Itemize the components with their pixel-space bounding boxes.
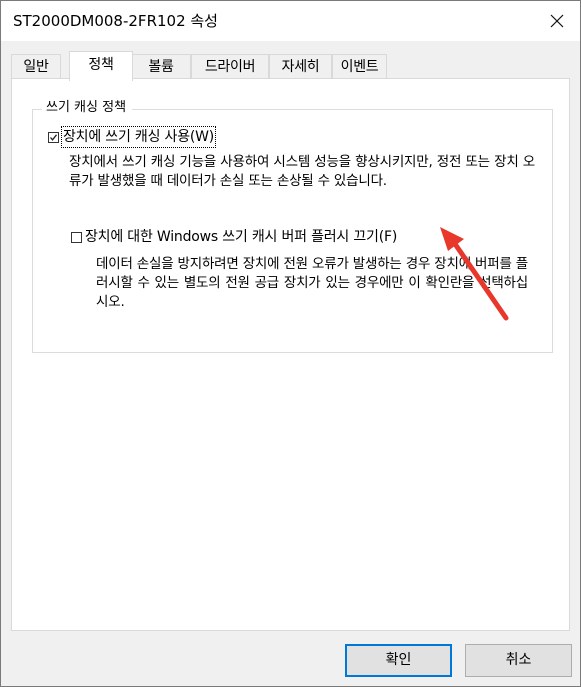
tab-general[interactable]: 일반	[11, 54, 61, 79]
ok-button[interactable]: 확인	[345, 644, 452, 677]
disable-flush-label[interactable]: 장치에 대한 Windows 쓰기 캐시 버퍼 플러시 끄기(F)	[85, 227, 397, 247]
disable-flush-checkbox[interactable]	[71, 231, 82, 243]
disable-flush-description: 데이터 손실을 방지하려면 장치에 전원 오류가 발생하는 경우 장치에 버퍼를…	[96, 256, 528, 310]
cancel-button[interactable]: 취소	[465, 644, 572, 677]
tab-details[interactable]: 자세히	[269, 54, 332, 79]
tab-policy[interactable]: 정책	[69, 51, 133, 81]
checkmark-icon	[50, 133, 58, 141]
enable-cache-label[interactable]: 장치에 쓰기 캐싱 사용(W)	[60, 126, 217, 148]
close-icon	[550, 14, 564, 28]
tab-driver[interactable]: 드라이버	[191, 54, 269, 79]
enable-cache-checkbox[interactable]	[48, 131, 59, 143]
enable-cache-option[interactable]: 장치에 쓰기 캐싱 사용(W)	[48, 126, 217, 148]
disable-flush-option[interactable]: 장치에 대한 Windows 쓰기 캐시 버퍼 플러시 끄기(F)	[71, 227, 397, 247]
group-title: 쓰기 캐싱 정책	[42, 98, 133, 118]
tab-volume[interactable]: 볼륨	[131, 54, 191, 79]
tab-events[interactable]: 이벤트	[332, 54, 387, 79]
properties-dialog: ST2000DM008-2FR102 속성 일반 정책 볼륨 드라이버 자세히 …	[0, 0, 581, 687]
enable-cache-description: 장치에서 쓰기 캐싱 기능을 사용하여 시스템 성능을 향상시키지만, 정전 또…	[69, 154, 535, 189]
close-button[interactable]	[534, 1, 580, 41]
window-title: ST2000DM008-2FR102 속성	[13, 12, 218, 30]
policy-panel: 쓰기 캐싱 정책 장치에 쓰기 캐싱 사용(W) 장치에서 쓰기 캐싱 기능을 …	[11, 78, 570, 631]
title-bar: ST2000DM008-2FR102 속성	[1, 1, 580, 41]
